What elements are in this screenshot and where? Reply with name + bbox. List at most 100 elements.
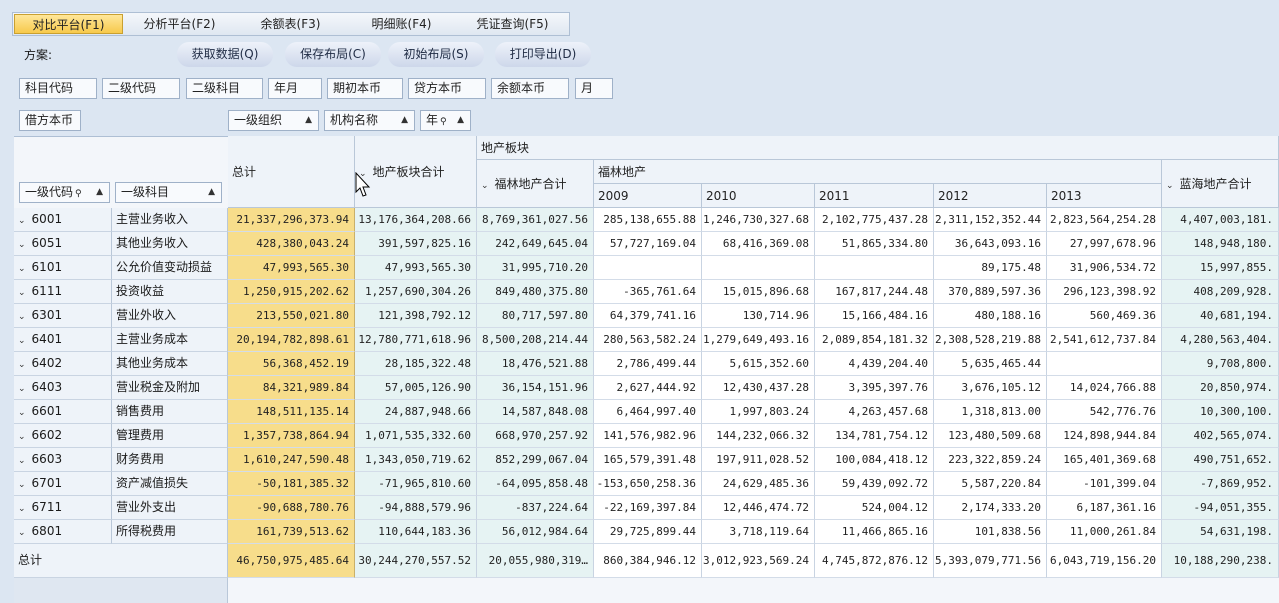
field-chip[interactable]: 科目代码 <box>19 78 97 99</box>
data-cell[interactable]: 402,565,074. <box>1162 424 1279 448</box>
row-code-cell[interactable]: ⌄ 6051 <box>14 232 112 256</box>
data-cell[interactable]: 124,898,944.84 <box>1047 424 1162 448</box>
footer-total-cell[interactable]: 46,750,975,485.64 <box>228 544 355 578</box>
column-field-chip[interactable]: 机构名称 ▲ <box>324 110 415 131</box>
data-cell[interactable] <box>815 256 934 280</box>
data-cell[interactable]: 2,174,333.20 <box>934 496 1047 520</box>
footer-total-cell[interactable]: 4,745,872,876.12 <box>815 544 934 578</box>
collapse-chevron-icon[interactable]: ⌄ <box>18 384 26 394</box>
data-cell[interactable]: 51,865,334.80 <box>815 232 934 256</box>
data-cell[interactable]: 5,587,220.84 <box>934 472 1047 496</box>
data-cell[interactable]: 10,300,100. <box>1162 400 1279 424</box>
collapse-chevron-icon[interactable]: ⌄ <box>18 528 26 538</box>
row-code-cell[interactable]: ⌄ 6603 <box>14 448 112 472</box>
data-cell[interactable]: 11,466,865.16 <box>815 520 934 544</box>
data-cell[interactable]: 36,154,151.96 <box>477 376 594 400</box>
row-field-chip[interactable]: 一级科目 ▲ <box>115 182 222 203</box>
row-code-cell[interactable]: ⌄ 6403 <box>14 376 112 400</box>
data-cell[interactable]: 280,563,582.24 <box>594 328 702 352</box>
data-cell[interactable]: 849,480,375.80 <box>477 280 594 304</box>
collapse-chevron-icon[interactable]: ⌄ <box>18 336 26 346</box>
collapse-chevron-icon[interactable]: ⌄ <box>18 288 26 298</box>
data-cell[interactable]: 1,318,813.00 <box>934 400 1047 424</box>
field-chip[interactable]: 二级科目 <box>186 78 263 99</box>
data-cell[interactable]: 40,681,194. <box>1162 304 1279 328</box>
data-cell[interactable]: 144,232,066.32 <box>702 424 815 448</box>
row-code-cell[interactable]: ⌄ 6001 <box>14 208 112 232</box>
data-cell[interactable]: 1,610,247,590.48 <box>228 448 355 472</box>
data-cell[interactable]: 130,714.96 <box>702 304 815 328</box>
data-cell[interactable]: -94,888,579.96 <box>355 496 477 520</box>
data-cell[interactable]: 1,357,738,864.94 <box>228 424 355 448</box>
column-field-chip[interactable]: 一级组织 ▲ <box>228 110 319 131</box>
footer-total-cell[interactable]: 10,188,290,238. <box>1162 544 1279 578</box>
data-cell[interactable]: 57,727,169.04 <box>594 232 702 256</box>
data-cell[interactable]: -22,169,397.84 <box>594 496 702 520</box>
row-code-cell[interactable]: ⌄ 6101 <box>14 256 112 280</box>
data-cell[interactable]: 167,817,244.48 <box>815 280 934 304</box>
row-code-cell[interactable]: ⌄ 6401 <box>14 328 112 352</box>
data-cell[interactable]: 165,401,369.68 <box>1047 448 1162 472</box>
data-cell[interactable]: 223,322,859.24 <box>934 448 1047 472</box>
data-cell[interactable]: 36,643,093.16 <box>934 232 1047 256</box>
data-cell[interactable]: 296,123,398.92 <box>1047 280 1162 304</box>
sort-asc-icon[interactable]: ▲ <box>457 111 464 130</box>
collapse-chevron-icon[interactable]: ⌄ <box>18 360 26 370</box>
data-cell[interactable]: 161,739,513.62 <box>228 520 355 544</box>
data-cell[interactable]: 542,776.76 <box>1047 400 1162 424</box>
data-cell[interactable]: 2,308,528,219.88 <box>934 328 1047 352</box>
data-cell[interactable]: 12,780,771,618.96 <box>355 328 477 352</box>
data-cell[interactable]: 370,889,597.36 <box>934 280 1047 304</box>
data-cell[interactable]: 8,769,361,027.56 <box>477 208 594 232</box>
data-cell[interactable]: 6,187,361.16 <box>1047 496 1162 520</box>
data-cell[interactable]: 490,751,652. <box>1162 448 1279 472</box>
data-cell[interactable]: 141,576,982.96 <box>594 424 702 448</box>
data-field-chip[interactable]: 借方本币 <box>19 110 81 131</box>
data-cell[interactable]: 242,649,645.04 <box>477 232 594 256</box>
data-cell[interactable]: 20,194,782,898.61 <box>228 328 355 352</box>
data-cell[interactable]: 6,464,997.40 <box>594 400 702 424</box>
data-cell[interactable]: 1,997,803.24 <box>702 400 815 424</box>
data-cell[interactable]: 15,997,855. <box>1162 256 1279 280</box>
data-cell[interactable]: 3,676,105.12 <box>934 376 1047 400</box>
toolbar-button-0[interactable]: 获取数据(Q) <box>177 42 273 67</box>
row-code-cell[interactable]: ⌄ 6801 <box>14 520 112 544</box>
data-cell[interactable]: -101,399.04 <box>1047 472 1162 496</box>
tab-2[interactable]: 余额表(F3) <box>235 13 346 35</box>
sort-asc-icon[interactable]: ▲ <box>305 111 312 130</box>
data-cell[interactable]: 18,476,521.88 <box>477 352 594 376</box>
data-cell[interactable]: 148,511,135.14 <box>228 400 355 424</box>
data-cell[interactable]: 5,635,465.44 <box>934 352 1047 376</box>
row-code-cell[interactable]: ⌄ 6301 <box>14 304 112 328</box>
collapse-chevron-icon[interactable]: ⌄ <box>18 216 26 226</box>
data-cell[interactable]: 2,786,499.44 <box>594 352 702 376</box>
data-cell[interactable]: 11,000,261.84 <box>1047 520 1162 544</box>
data-cell[interactable]: 13,176,364,208.66 <box>355 208 477 232</box>
l2-subtotal-header[interactable]: ⌄ 福林地产合计 <box>477 160 594 208</box>
filter-icon[interactable]: ⚲ <box>440 117 447 127</box>
row-code-cell[interactable]: ⌄ 6111 <box>14 280 112 304</box>
collapse-chevron-icon[interactable]: ⌄ <box>18 432 26 442</box>
sort-asc-icon[interactable]: ▲ <box>96 183 103 202</box>
data-cell[interactable] <box>594 256 702 280</box>
data-cell[interactable]: 15,015,896.68 <box>702 280 815 304</box>
data-cell[interactable]: 110,644,183.36 <box>355 520 477 544</box>
data-cell[interactable]: 31,995,710.20 <box>477 256 594 280</box>
footer-total-cell[interactable]: 20,055,980,319… <box>477 544 594 578</box>
footer-total-cell[interactable]: 3,012,923,569.24 <box>702 544 815 578</box>
footer-total-cell[interactable]: 860,384,946.12 <box>594 544 702 578</box>
row-code-cell[interactable]: ⌄ 6701 <box>14 472 112 496</box>
filter-icon[interactable]: ⚲ <box>75 189 82 199</box>
data-cell[interactable]: 56,368,452.19 <box>228 352 355 376</box>
tab-1[interactable]: 分析平台(F2) <box>124 13 235 35</box>
data-cell[interactable]: 148,948,180. <box>1162 232 1279 256</box>
tab-3[interactable]: 明细账(F4) <box>346 13 457 35</box>
data-cell[interactable]: -50,181,385.32 <box>228 472 355 496</box>
data-cell[interactable]: 2,311,152,352.44 <box>934 208 1047 232</box>
data-cell[interactable]: 1,257,690,304.26 <box>355 280 477 304</box>
data-cell[interactable]: 64,379,741.16 <box>594 304 702 328</box>
data-cell[interactable]: 428,380,043.24 <box>228 232 355 256</box>
data-cell[interactable]: 1,279,649,493.16 <box>702 328 815 352</box>
collapse-chevron-icon[interactable]: ⌄ <box>481 181 489 191</box>
data-cell[interactable]: 2,089,854,181.32 <box>815 328 934 352</box>
